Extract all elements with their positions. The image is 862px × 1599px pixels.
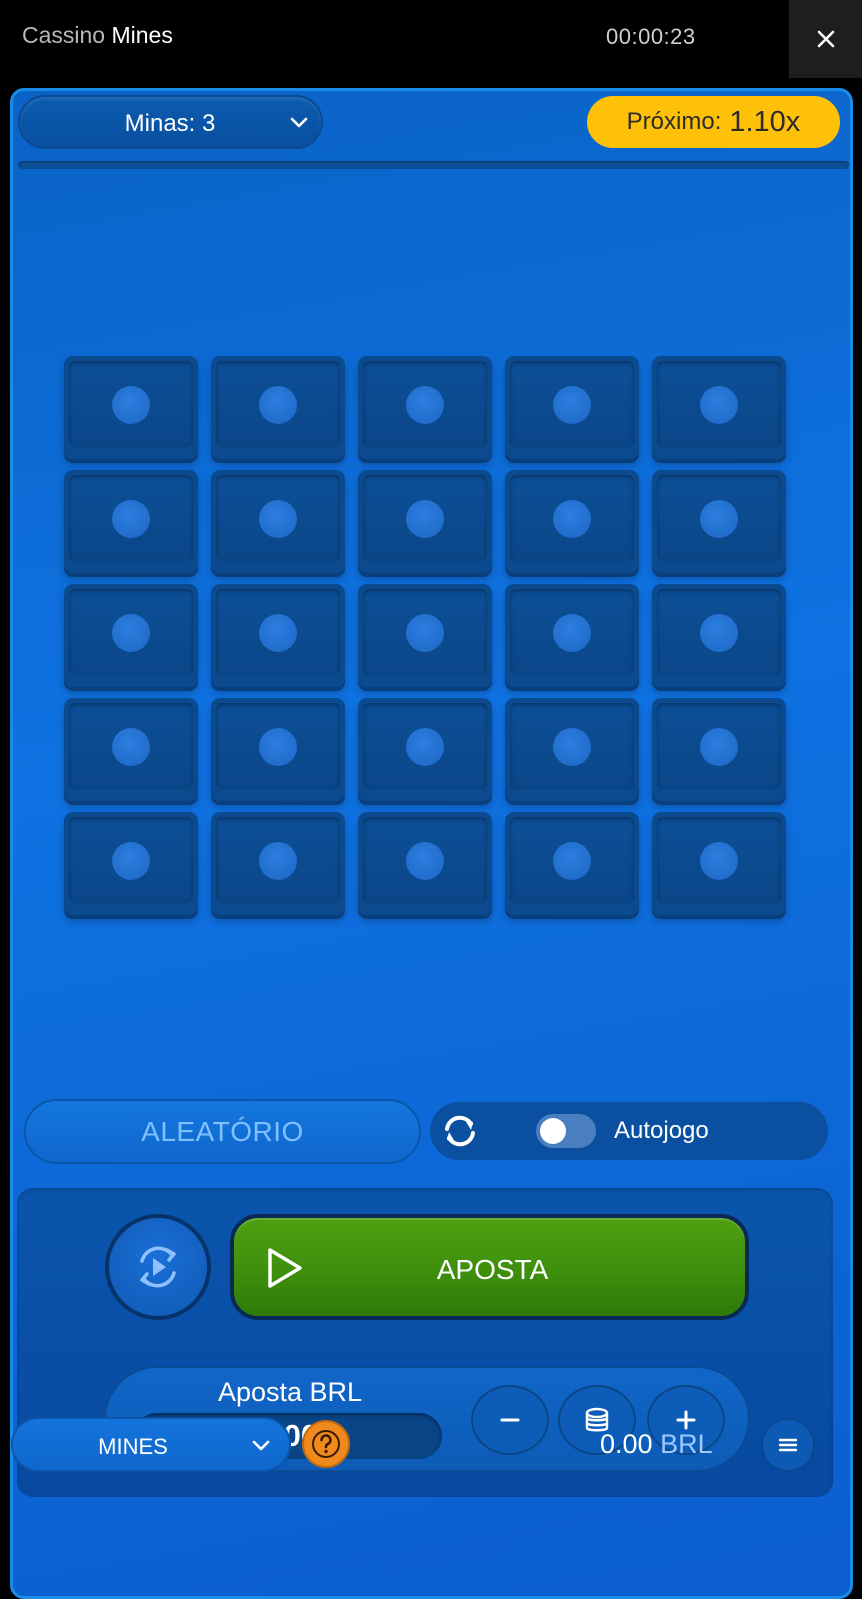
- mines-grid: [64, 356, 789, 916]
- autoplay-label: Autojogo: [614, 1117, 709, 1144]
- chevron-down-icon: [290, 117, 308, 128]
- app-title-lead: Cassino: [22, 22, 106, 48]
- game-select-label: MINES: [98, 1434, 168, 1459]
- minus-icon: [500, 1418, 520, 1422]
- tile-dot-icon: [406, 500, 444, 538]
- tile-dot-icon: [259, 500, 297, 538]
- tile-dot-icon: [700, 728, 738, 766]
- tile-dot-icon: [700, 500, 738, 538]
- tile-dot-icon: [112, 614, 150, 652]
- tile-dot-icon: [112, 500, 150, 538]
- tile-dot-icon: [700, 386, 738, 424]
- help-icon: [312, 1430, 340, 1458]
- mine-tile[interactable]: [652, 812, 786, 915]
- tile-dot-icon: [112, 728, 150, 766]
- mine-tile[interactable]: [211, 698, 345, 801]
- tile-dot-icon: [700, 842, 738, 880]
- top-bar: Cassino Mines 00:00:23: [0, 0, 862, 78]
- toggle-knob: [540, 1118, 566, 1144]
- next-multiplier-value: 1.10x: [729, 105, 801, 138]
- mine-tile[interactable]: [652, 356, 786, 459]
- random-pick-button[interactable]: ALEATÓRIO: [24, 1099, 421, 1164]
- mine-tile[interactable]: [64, 812, 198, 915]
- app-title: Cassino Mines: [22, 22, 173, 49]
- session-timer: 00:00:23: [606, 24, 696, 49]
- tile-dot-icon: [700, 614, 738, 652]
- mine-tile[interactable]: [358, 812, 492, 915]
- mine-tile[interactable]: [64, 470, 198, 573]
- game-frame: Minas: 3 Próximo: 1.10x ALEATÓRIO Autojo…: [10, 88, 853, 1599]
- decrease-stake-button[interactable]: [471, 1385, 549, 1455]
- game-select[interactable]: MINES: [11, 1417, 291, 1472]
- tile-dot-icon: [259, 842, 297, 880]
- tile-dot-icon: [259, 386, 297, 424]
- mines-count-label: Minas: 3: [124, 110, 216, 137]
- next-multiplier-badge: Próximo: 1.10x: [587, 96, 840, 148]
- mine-tile[interactable]: [211, 470, 345, 573]
- mine-tile[interactable]: [505, 356, 639, 459]
- tile-dot-icon: [259, 728, 297, 766]
- autoplay-panel: Autojogo: [430, 1102, 828, 1160]
- mine-tile[interactable]: [64, 698, 198, 801]
- next-multiplier-label: Próximo:: [626, 108, 722, 135]
- tile-dot-icon: [112, 386, 150, 424]
- tile-dot-icon: [112, 842, 150, 880]
- mines-count-select[interactable]: Minas: 3: [18, 95, 323, 149]
- tile-dot-icon: [259, 614, 297, 652]
- mine-tile[interactable]: [505, 584, 639, 687]
- mine-tile[interactable]: [652, 584, 786, 687]
- tile-dot-icon: [553, 500, 591, 538]
- balance-value: 0.00: [600, 1429, 653, 1459]
- progress-track: [18, 161, 849, 169]
- mine-tile[interactable]: [652, 470, 786, 573]
- sync-icon[interactable]: [438, 1109, 482, 1153]
- app-title-main: Mines: [111, 22, 173, 48]
- bet-button-label: APOSTA: [436, 1254, 549, 1285]
- mine-tile[interactable]: [211, 812, 345, 915]
- mine-tile[interactable]: [211, 356, 345, 459]
- tile-dot-icon: [406, 728, 444, 766]
- chevron-down-icon: [252, 1440, 270, 1451]
- tile-dot-icon: [406, 842, 444, 880]
- tile-dot-icon: [553, 842, 591, 880]
- stake-title: Aposta BRL: [217, 1377, 363, 1407]
- mine-tile[interactable]: [64, 356, 198, 459]
- balance-currency: BRL: [660, 1429, 713, 1459]
- balance-display: 0.00 BRL: [600, 1429, 713, 1460]
- mine-tile[interactable]: [505, 812, 639, 915]
- menu-icon: [778, 1438, 798, 1452]
- mine-tile[interactable]: [358, 470, 492, 573]
- tile-dot-icon: [553, 728, 591, 766]
- auto-bet-button[interactable]: [105, 1214, 211, 1320]
- auto-play-icon: [140, 1246, 176, 1288]
- mine-tile[interactable]: [505, 698, 639, 801]
- tile-dot-icon: [406, 386, 444, 424]
- mine-tile[interactable]: [64, 584, 198, 687]
- mine-tile[interactable]: [652, 698, 786, 801]
- tile-dot-icon: [406, 614, 444, 652]
- help-button[interactable]: [302, 1420, 350, 1468]
- close-button[interactable]: [789, 0, 862, 78]
- tile-dot-icon: [553, 386, 591, 424]
- mine-tile[interactable]: [211, 584, 345, 687]
- mine-tile[interactable]: [358, 584, 492, 687]
- menu-button[interactable]: [761, 1418, 815, 1472]
- close-icon: [817, 30, 834, 48]
- mine-tile[interactable]: [358, 356, 492, 459]
- mine-tile[interactable]: [358, 698, 492, 801]
- bet-button[interactable]: APOSTA: [230, 1214, 749, 1320]
- tile-dot-icon: [553, 614, 591, 652]
- mine-tile[interactable]: [505, 470, 639, 573]
- autoplay-toggle[interactable]: [536, 1114, 596, 1148]
